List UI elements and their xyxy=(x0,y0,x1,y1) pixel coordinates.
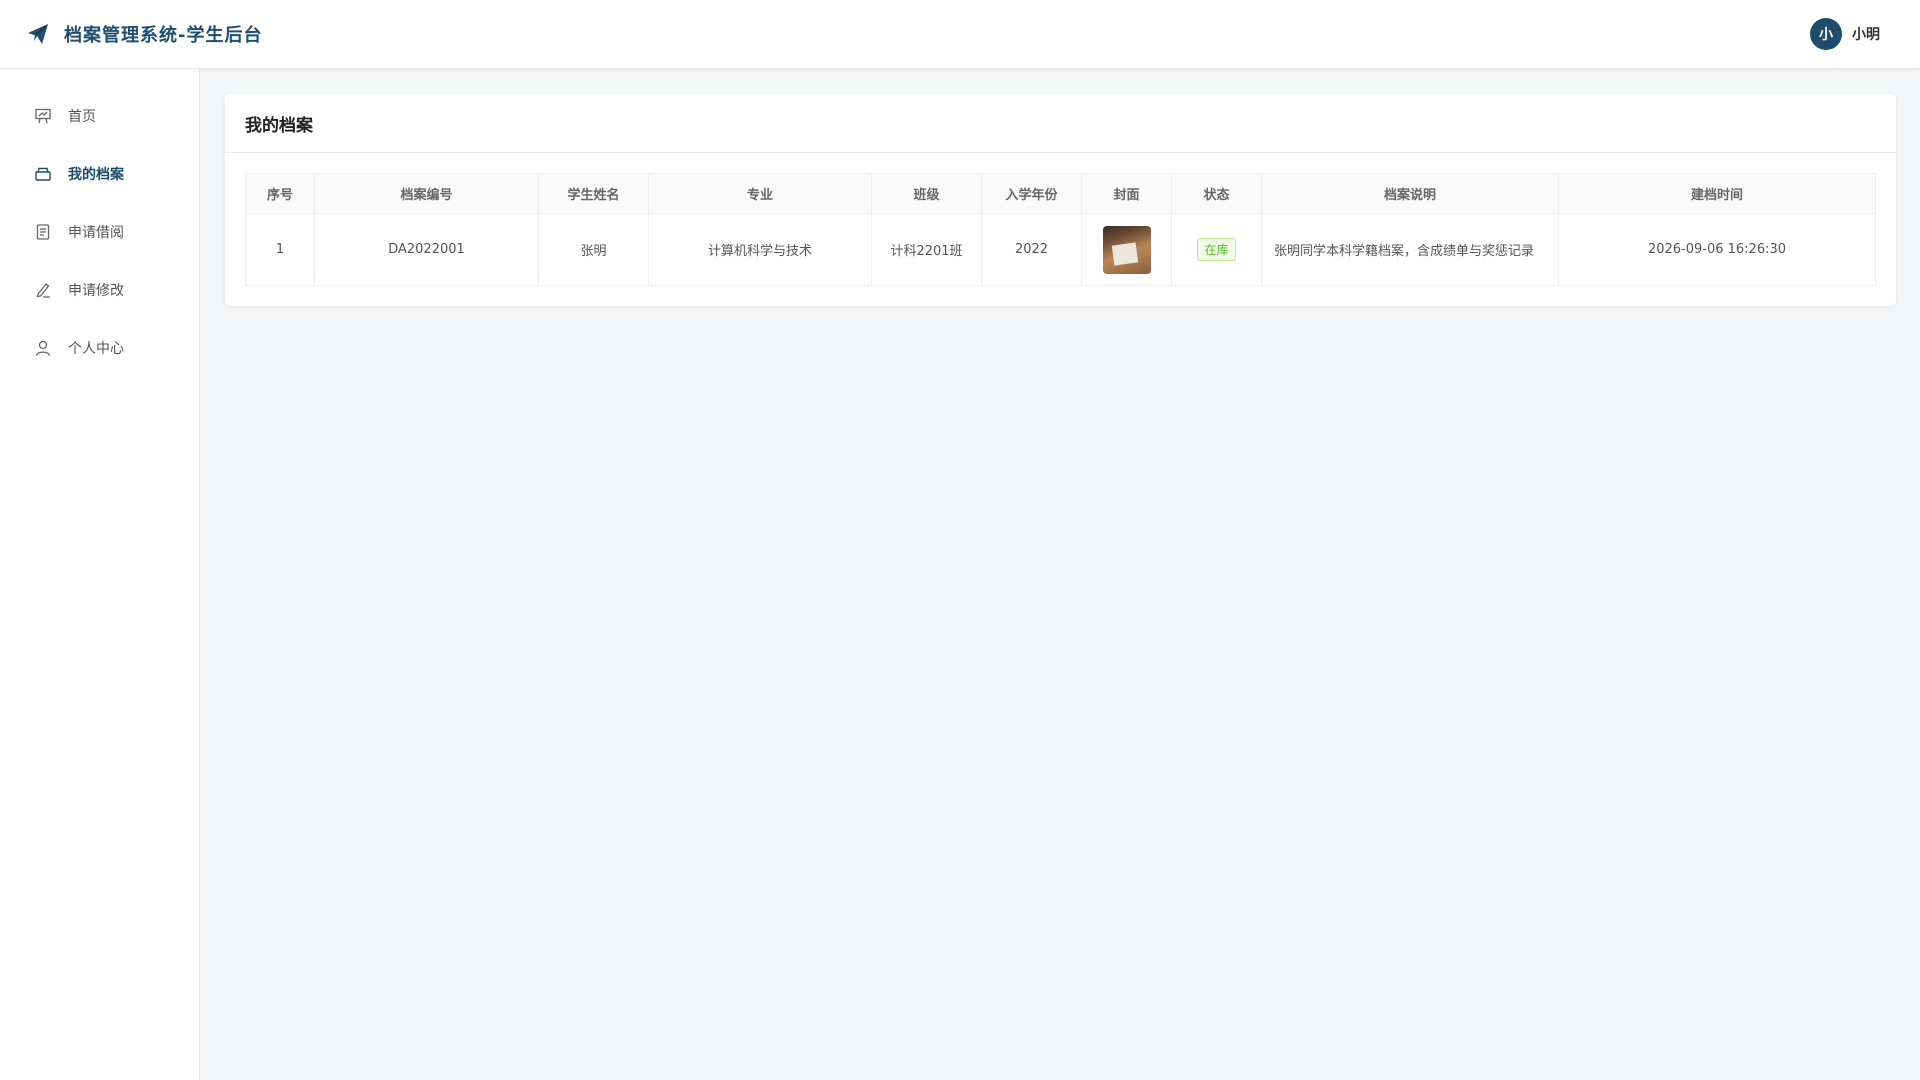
cell-created-at: 2026-09-06 16:26:30 xyxy=(1558,213,1876,286)
column-header: 档案说明 xyxy=(1261,173,1559,214)
top-header: 档案管理系统-学生后台 小 小明 xyxy=(0,0,1920,69)
sidebar-item-profile[interactable]: 个人中心 xyxy=(0,319,199,377)
sidebar-item-label: 首页 xyxy=(68,109,96,125)
card-header: 我的档案 xyxy=(225,94,1896,153)
status-badge: 在库 xyxy=(1197,238,1236,261)
column-header: 封面 xyxy=(1081,173,1172,214)
main-content: 我的档案 序号 档案编号 学生姓名 专业 班级 入学年份 封面 状态 档案说明 … xyxy=(200,69,1920,1080)
sidebar-item-modify-request[interactable]: 申请修改 xyxy=(0,261,199,319)
document-icon xyxy=(34,223,52,241)
sidebar-item-home[interactable]: 首页 xyxy=(0,87,199,145)
sidebar: 首页 我的档案 申请借阅 申请修改 个人中心 xyxy=(0,69,200,1080)
column-header: 建档时间 xyxy=(1558,173,1876,214)
column-header: 入学年份 xyxy=(981,173,1082,214)
paper-plane-icon xyxy=(26,22,50,46)
cell-description: 张明同学本科学籍档案，含成绩单与奖惩记录 xyxy=(1261,213,1559,286)
sidebar-item-label: 个人中心 xyxy=(68,341,124,357)
table-row[interactable]: 1 DA2022001 张明 计算机科学与技术 计科2201班 2022 在库 … xyxy=(245,213,1876,286)
cell-class: 计科2201班 xyxy=(871,213,982,286)
presentation-icon xyxy=(34,107,52,125)
username[interactable]: 小明 xyxy=(1852,24,1880,44)
sidebar-item-label: 我的档案 xyxy=(68,167,124,183)
pen-edit-icon xyxy=(34,281,52,299)
column-header: 专业 xyxy=(648,173,872,214)
user-menu[interactable]: 小 小明 xyxy=(1810,18,1880,50)
column-header: 状态 xyxy=(1171,173,1262,214)
sidebar-item-label: 申请借阅 xyxy=(68,225,124,241)
cell-major: 计算机科学与技术 xyxy=(648,213,872,286)
archives-card: 我的档案 序号 档案编号 学生姓名 专业 班级 入学年份 封面 状态 档案说明 … xyxy=(225,94,1896,306)
archives-table: 序号 档案编号 学生姓名 专业 班级 入学年份 封面 状态 档案说明 建档时间 xyxy=(245,173,1876,286)
column-header: 序号 xyxy=(245,173,315,214)
column-header: 档案编号 xyxy=(314,173,539,214)
card-body: 序号 档案编号 学生姓名 专业 班级 入学年份 封面 状态 档案说明 建档时间 xyxy=(225,153,1896,306)
cell-index: 1 xyxy=(245,213,315,286)
user-icon xyxy=(34,339,52,357)
column-header: 学生姓名 xyxy=(538,173,649,214)
avatar[interactable]: 小 xyxy=(1810,18,1842,50)
cell-status: 在库 xyxy=(1171,213,1262,286)
archive-box-icon xyxy=(34,165,52,183)
column-header: 班级 xyxy=(871,173,982,214)
cell-enroll-year: 2022 xyxy=(981,213,1082,286)
sidebar-item-label: 申请修改 xyxy=(68,283,124,299)
app-title: 档案管理系统-学生后台 xyxy=(64,25,263,46)
sidebar-item-borrow-request[interactable]: 申请借阅 xyxy=(0,203,199,261)
cell-archive-no: DA2022001 xyxy=(314,213,539,286)
cover-thumbnail[interactable] xyxy=(1102,225,1151,274)
page-title: 我的档案 xyxy=(245,115,313,136)
brand[interactable]: 档案管理系统-学生后台 xyxy=(26,21,262,47)
sidebar-item-my-archives[interactable]: 我的档案 xyxy=(0,145,199,203)
table-header-row: 序号 档案编号 学生姓名 专业 班级 入学年份 封面 状态 档案说明 建档时间 xyxy=(245,173,1876,214)
cell-student-name: 张明 xyxy=(538,213,649,286)
cell-cover xyxy=(1081,213,1172,286)
